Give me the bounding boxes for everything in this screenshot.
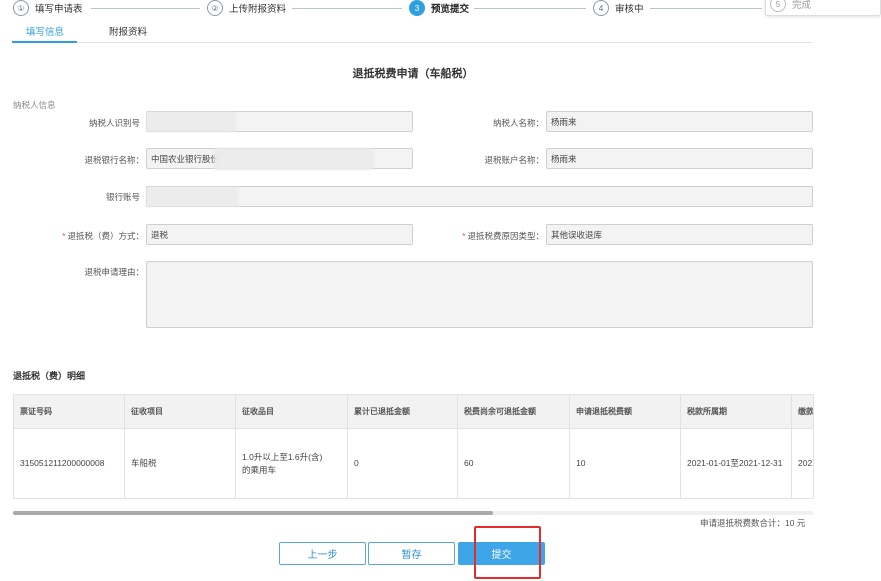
- column-header: 缴款: [791, 394, 814, 429]
- step-complete: 5 完成: [770, 0, 811, 12]
- step-connector: [91, 8, 200, 9]
- bank-name-label: 退税银行名称：: [84, 155, 144, 165]
- table-cell: 10: [569, 428, 681, 499]
- column-header: 税费尚余可退抵金额: [457, 394, 570, 429]
- reason-type-label: * 退抵税费原因类型：: [462, 231, 544, 241]
- column-header: 申请退抵税费额: [569, 394, 681, 429]
- progress-steps: ① 填写申请表 ② 上传附报资料 3 预览提交 4 审核中 5 完成: [0, 0, 881, 16]
- prev-step-button[interactable]: 上一步: [279, 542, 366, 565]
- save-draft-button[interactable]: 暂存: [368, 542, 455, 565]
- form-title: 退抵税费申请（车船税）: [352, 68, 474, 80]
- column-header: 征收项目: [124, 394, 236, 429]
- step-review: 4 审核中: [593, 0, 644, 16]
- step-connector: [474, 8, 586, 9]
- apply-reason-label: 退税申请理由：: [84, 267, 144, 277]
- submit-button[interactable]: 提交: [458, 542, 545, 565]
- table-cell: 2021: [791, 428, 814, 499]
- step-4-label: 审核中: [615, 4, 644, 15]
- redaction: [214, 148, 374, 170]
- table-row: 315051211200000008 车船税 1.0升以上至1.6升(含)的乘用…: [13, 428, 814, 499]
- detail-title: 退抵税（费）明细: [13, 371, 86, 381]
- redaction: [146, 187, 238, 207]
- section-label: 纳税人信息: [13, 100, 56, 110]
- bank-account-label: 银行账号: [105, 192, 140, 202]
- taxpayer-name-label: 纳税人名称：: [492, 118, 544, 128]
- step-preview: 3 预览提交: [409, 0, 469, 16]
- apply-reason-textarea[interactable]: [146, 261, 813, 328]
- taxpayer-id-label: 纳税人识别号: [88, 118, 140, 128]
- table-cell: 315051211200000008: [13, 428, 125, 499]
- table-header-row: 票证号码 征收项目 征收品目 累计已退抵金额 税费尚余可退抵金额 申请退抵税费额…: [13, 394, 814, 429]
- scrollbar-thumb[interactable]: [13, 511, 493, 515]
- step-3-label: 预览提交: [431, 4, 470, 15]
- column-header: 征收品目: [235, 394, 348, 429]
- step-connector: [292, 8, 402, 9]
- refund-method-label-text: 退抵税（费）方式：: [67, 231, 144, 241]
- redaction: [146, 112, 236, 132]
- tab-fill-info[interactable]: 填写信息: [26, 24, 64, 38]
- refund-method-field[interactable]: 退税: [146, 224, 413, 245]
- step-4-icon: 4: [593, 0, 609, 16]
- step-2-label: 上传附报资料: [229, 4, 287, 15]
- step-upload: ② 上传附报资料: [207, 0, 286, 16]
- step-fill-form: ① 填写申请表: [13, 0, 83, 16]
- detail-table: 票证号码 征收项目 征收品目 累计已退抵金额 税费尚余可退抵金额 申请退抵税费额…: [13, 394, 814, 499]
- column-header: 票证号码: [13, 394, 125, 429]
- table-cell: 0: [347, 428, 458, 499]
- refund-method-label: * 退抵税（费）方式：: [62, 231, 144, 241]
- total-amount: 申请退抵税费数合计：10 元: [700, 518, 806, 528]
- tab-active-indicator: [12, 41, 77, 43]
- column-header: 税款所属期: [680, 394, 792, 429]
- step-3-icon: 3: [409, 0, 425, 16]
- tab-bar: 填写信息 附报资料: [12, 22, 812, 43]
- account-name-field[interactable]: 杨雨来: [546, 148, 813, 169]
- step-1-icon: ①: [13, 0, 29, 16]
- table-cell: 1.0升以上至1.6升(含)的乘用车: [235, 428, 348, 499]
- bank-account-field[interactable]: [146, 186, 813, 207]
- step-connector: [650, 8, 762, 9]
- reason-type-field[interactable]: 其他误收退库: [546, 224, 813, 245]
- step-5-icon: 5: [770, 0, 786, 12]
- table-cell: 2021-01-01至2021-12-31: [680, 428, 792, 499]
- table-cell: 车船税: [124, 428, 236, 499]
- step-2-icon: ②: [207, 0, 223, 16]
- step-1-label: 填写申请表: [35, 4, 83, 15]
- taxpayer-name-field[interactable]: 杨雨来: [546, 111, 813, 132]
- table-cell: 60: [457, 428, 570, 499]
- table-horizontal-scrollbar[interactable]: [13, 511, 813, 515]
- account-name-label: 退税账户名称：: [484, 155, 544, 165]
- reason-type-label-text: 退抵税费原因类型：: [467, 231, 544, 241]
- tab-attachments[interactable]: 附报资料: [109, 24, 147, 38]
- column-header: 累计已退抵金额: [347, 394, 458, 429]
- step-5-label: 完成: [792, 0, 812, 11]
